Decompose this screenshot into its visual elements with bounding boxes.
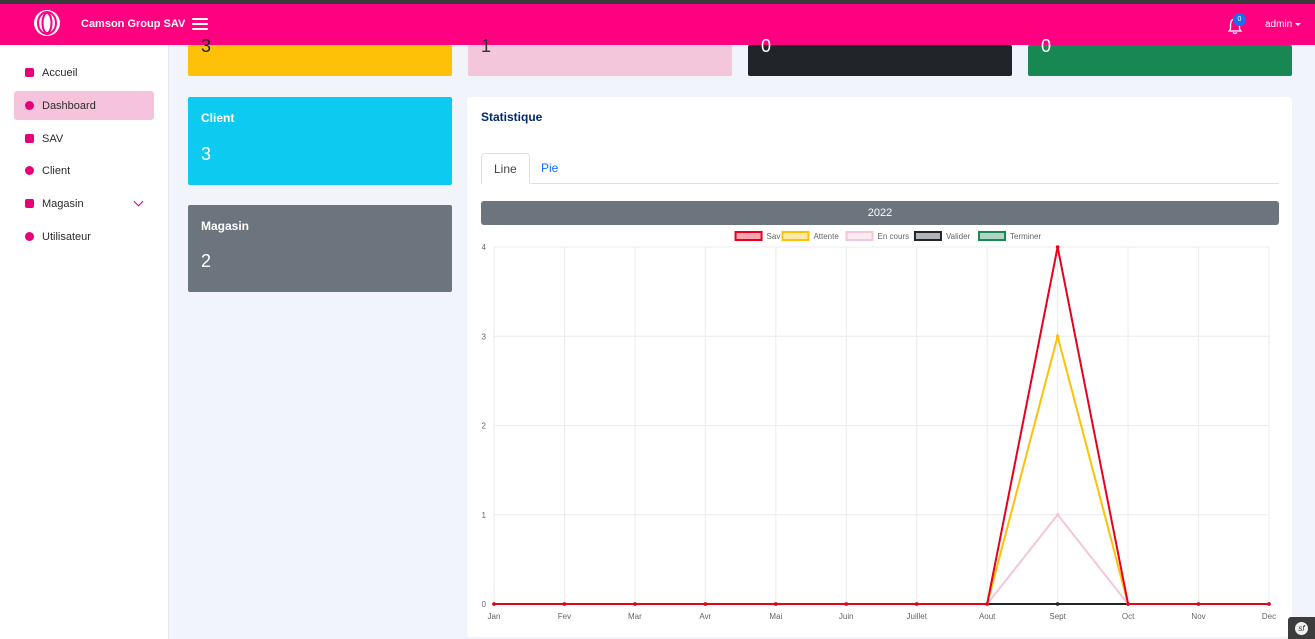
legend-label: Terminer [1010,232,1041,241]
data-point [914,602,919,606]
x-tick-label: Dec [1262,612,1276,621]
legend-label: Valider [946,232,971,241]
chevron-down-icon[interactable] [133,196,144,207]
legend-label: En cours [878,232,910,241]
legend-swatch [978,231,1007,241]
sidebar-item-sav[interactable]: SAV [14,124,154,153]
sidebar-item-client[interactable]: Client [14,156,154,185]
series-line-en-cours [494,513,1269,605]
sidebar: Accueil Dashboard SAV Client Magasin Uti… [0,45,169,639]
stat-card-value: 0 [1041,36,1052,56]
x-tick-label: Mar [628,612,642,621]
data-point [1055,334,1060,339]
line-chart: 0 1 2 3 4 Jan Fev Mar Avr Mai Juin Juillet Aout Sept O… [482,231,1276,621]
data-point [844,602,849,606]
legend-swatch [734,231,763,241]
x-tick-label: Oct [1122,612,1135,621]
sidebar-item-magasin[interactable]: Magasin [14,189,154,218]
y-tick-label: 3 [482,332,487,341]
legend-label: Attente [813,232,839,241]
data-point [1055,602,1060,606]
data-point [1055,245,1060,249]
data-point [1267,602,1271,606]
stat-card-value: 3 [201,36,212,56]
x-tick-label: Nov [1191,612,1205,621]
chevron-down-icon [1295,22,1302,26]
x-tick-label: Avr [699,612,711,621]
data-point [562,602,567,606]
data-point [492,602,496,606]
legend-label: Sav [767,232,781,241]
data-point [985,602,989,606]
symfony-toolbar-toggle[interactable]: sf [1288,617,1315,639]
sidebar-item-label: Magasin [42,197,84,210]
home-icon [25,68,34,77]
user-menu[interactable]: admin [1265,19,1302,30]
sidebar-item-label: Accueil [42,66,78,79]
legend-swatch [781,231,810,241]
x-tick-label: Fev [558,612,571,621]
x-tick-label: Juillet [907,612,928,621]
legend-swatch [845,231,874,241]
x-tick-label: Aout [979,612,996,621]
magasin-card-value: 2 [201,251,212,271]
dashboard-icon [25,101,34,110]
series-line-attente [494,332,1269,605]
client-card[interactable]: Client 3 [188,97,452,185]
sidebar-item-label: Utilisateur [42,230,91,243]
client-card-title: Client [201,111,235,125]
sidebar-item-accueil[interactable]: Accueil [14,58,154,87]
stat-card-dark: 0 [748,36,1012,76]
stat-card-yellow: 3 [188,36,452,76]
stat-card-value: 1 [481,36,492,56]
brand-name[interactable]: Camson Group SAV [81,18,185,30]
sidebar-item-label: SAV [42,132,64,145]
legend-swatch [913,231,942,241]
camson-logo-icon[interactable] [30,8,64,44]
y-tick-label: 2 [482,422,487,431]
sav-icon [25,134,34,143]
client-card-value: 3 [201,144,212,164]
user-name: admin [1265,19,1293,30]
stat-card-value: 0 [761,36,772,56]
data-point [703,602,708,606]
user-settings-icon [25,232,34,241]
magasin-card-title: Magasin [201,219,250,233]
x-tick-label: Juin [839,612,854,621]
x-tick-label: Sept [1049,612,1066,621]
y-tick-label: 4 [482,243,487,252]
store-icon [25,199,34,208]
symfony-icon: sf [1295,622,1308,635]
data-point [1126,602,1130,606]
x-tick-label: Jan [488,612,501,621]
sidebar-item-utilisateur[interactable]: Utilisateur [14,222,154,251]
sidebar-item-label: Client [42,164,71,177]
data-point [1055,512,1060,517]
y-tick-label: 0 [482,600,487,609]
y-tick-label: 1 [482,511,487,520]
stat-card-green: 0 [1028,36,1292,76]
data-point [774,602,778,606]
top-navbar: Camson Group SAV 0 admin [0,4,1315,45]
statistique-panel: Statistique Line Pie 2022 0 1 2 3 4 Jan Fev Mar… [467,97,1292,637]
x-tick-label: Mai [769,612,782,621]
sidebar-item-label: Dashboard [42,99,96,112]
data-point [1196,602,1201,606]
person-icon [25,166,34,175]
notification-count-badge: 0 [1233,13,1246,26]
data-point [633,602,637,606]
magasin-card[interactable]: Magasin 2 [188,205,452,292]
stat-card-pink: 1 [468,36,732,76]
menu-toggle-icon[interactable] [192,18,208,32]
sidebar-item-dashboard[interactable]: Dashboard [14,91,154,120]
